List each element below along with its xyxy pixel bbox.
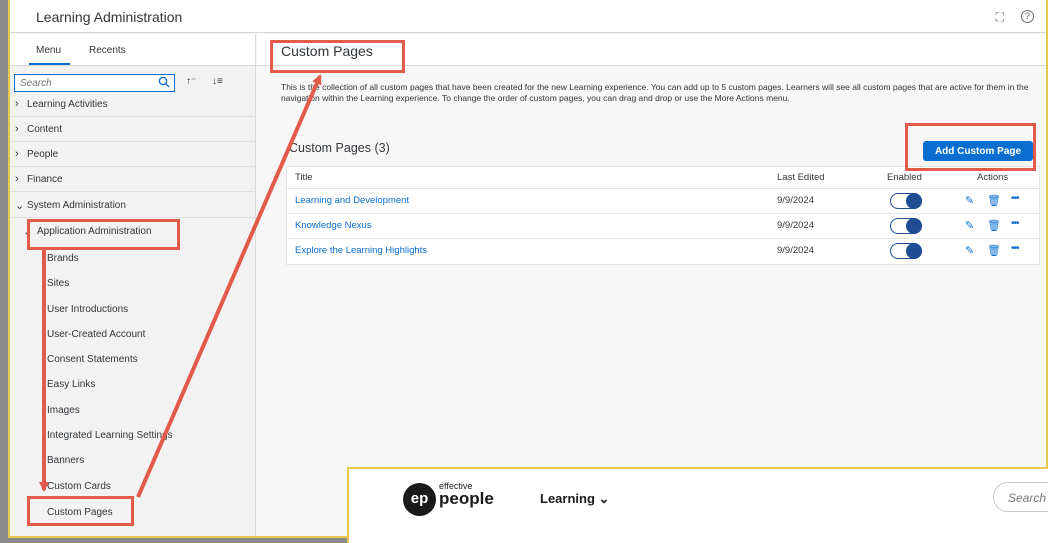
sidebar-subitem-consent-statements[interactable]: Consent Statements <box>10 347 256 372</box>
sidebar-subitem-label: Consent Statements <box>47 354 138 365</box>
sidebar-item-label: System Administration <box>27 200 126 211</box>
sidebar-subitem-label: Sites <box>47 278 70 289</box>
page-title-link[interactable]: Knowledge Nexus <box>295 220 372 231</box>
sidebar-subitem-sites[interactable]: Sites <box>10 271 256 296</box>
sidebar-item-content[interactable]: › Content <box>10 118 256 142</box>
sidebar-item-label: Finance <box>27 174 63 185</box>
toggle-knob <box>906 218 922 234</box>
enabled-toggle[interactable] <box>890 218 922 234</box>
table-row: Explore the Learning Highlights 9/9/2024… <box>287 239 1039 264</box>
enabled-toggle[interactable] <box>890 243 922 259</box>
page-title-link[interactable]: Explore the Learning Highlights <box>295 245 427 256</box>
sidebar-item-label: People <box>27 149 59 160</box>
help-icon[interactable]: ? <box>1021 10 1034 23</box>
pencil-icon[interactable]: ✎ <box>965 219 974 232</box>
active-tab-indicator <box>29 63 70 65</box>
last-edited-date: 9/9/2024 <box>777 220 814 231</box>
learning-admin-window: Learning Administration ⛶ ? Menu Recents… <box>8 0 1048 538</box>
sidebar-subitem-label: User-Created Account <box>47 329 146 340</box>
highlight-application-administration <box>27 219 180 250</box>
app-title: Learning Administration <box>36 9 183 25</box>
sidebar-subitem-integrated-learning-settings[interactable]: Integrated Learning Settings <box>10 423 256 448</box>
search-icon[interactable] <box>158 76 170 88</box>
sidebar-subitem-banners[interactable]: Banners <box>10 448 256 473</box>
table-row: Learning and Development 9/9/2024 ✎ 🗑 ••… <box>287 189 1039 214</box>
sort-ascending-icon[interactable]: ↑⁻ <box>186 76 196 87</box>
chevron-right-icon: › <box>15 173 19 185</box>
sidebar-subitem-label: Banners <box>47 455 85 466</box>
sidebar-subitem-label: User Introductions <box>47 304 129 315</box>
custom-pages-table: Title Last Edited Enabled Actions Learni… <box>286 166 1040 265</box>
shell-header: Learning Administration ⛶ ? <box>10 0 1046 33</box>
toggle-knob <box>906 243 922 259</box>
sidebar-subitem-label: Brands <box>47 253 79 264</box>
sidebar-subitem-user-created-account[interactable]: User-Created Account <box>10 322 256 347</box>
sidebar-subitem-images[interactable]: Images <box>10 398 256 423</box>
sidebar-subitem-label: Easy Links <box>47 379 96 390</box>
column-header-actions: Actions <box>977 172 1009 183</box>
ellipsis-icon[interactable]: ••• <box>1011 193 1019 204</box>
preview-search[interactable] <box>993 482 1048 512</box>
tab-menu[interactable]: Menu <box>36 45 61 56</box>
chevron-right-icon: › <box>15 148 19 160</box>
chevron-down-icon: ⌄ <box>15 200 25 212</box>
page-description: This is the collection of all custom pag… <box>281 82 1029 103</box>
highlight-add-button <box>905 123 1036 171</box>
ellipsis-icon[interactable]: ••• <box>1011 218 1019 229</box>
last-edited-date: 9/9/2024 <box>777 245 814 256</box>
sidebar-tabs: Menu Recents <box>10 34 255 66</box>
pencil-icon[interactable]: ✎ <box>965 194 974 207</box>
preview-search-input[interactable] <box>1006 490 1048 506</box>
enabled-toggle[interactable] <box>890 193 922 209</box>
column-header-last-edited[interactable]: Last Edited <box>777 172 825 183</box>
highlight-page-title <box>270 40 405 73</box>
sidebar-item-learning-activities[interactable]: › Learning Activities <box>10 93 256 117</box>
chevron-right-icon: › <box>15 98 19 110</box>
sidebar-subitem-easy-links[interactable]: Easy Links <box>10 372 256 397</box>
sort-descending-icon[interactable]: ↓≡ <box>212 76 223 87</box>
ellipsis-icon[interactable]: ••• <box>1011 243 1019 254</box>
expand-icon[interactable]: ⛶ <box>996 10 1004 25</box>
search-row: ↑⁻ ↓≡ <box>10 74 256 94</box>
ep-logo: ep <box>403 483 436 516</box>
main-content: Custom Pages This is the collection of a… <box>257 34 1046 536</box>
page-title-link[interactable]: Learning and Development <box>295 195 409 206</box>
sidebar-subitem-user-introductions[interactable]: User Introductions <box>10 297 256 322</box>
sidebar-subitem-label: Custom Cards <box>47 481 111 492</box>
table-row: Knowledge Nexus 9/9/2024 ✎ 🗑 ••• <box>287 214 1039 239</box>
brand-big: people <box>439 489 494 508</box>
sidebar-item-system-administration[interactable]: ⌄ System Administration <box>10 194 256 218</box>
section-title: Custom Pages (3) <box>289 141 390 155</box>
trash-icon[interactable]: 🗑 <box>987 194 1001 207</box>
tab-recents[interactable]: Recents <box>89 45 126 56</box>
sidebar: Menu Recents ↑⁻ ↓≡ › Learning Activities… <box>10 34 256 536</box>
chevron-right-icon: › <box>15 123 19 135</box>
toggle-knob <box>906 193 922 209</box>
effective-people-preview: ep effective people Learning ⌄ <box>347 467 1048 543</box>
sidebar-item-label: Learning Activities <box>27 99 108 110</box>
learning-menu[interactable]: Learning ⌄ <box>540 491 609 507</box>
learning-menu-label: Learning <box>540 491 595 506</box>
column-header-enabled[interactable]: Enabled <box>887 172 922 183</box>
sidebar-subitem-label: Integrated Learning Settings <box>47 430 173 441</box>
trash-icon[interactable]: 🗑 <box>987 244 1001 257</box>
search-input[interactable] <box>15 75 145 91</box>
pencil-icon[interactable]: ✎ <box>965 244 974 257</box>
sidebar-item-label: Content <box>27 124 63 135</box>
last-edited-date: 9/9/2024 <box>777 195 814 206</box>
column-header-title[interactable]: Title <box>295 172 313 183</box>
chevron-down-icon: ⌄ <box>598 491 610 506</box>
highlight-custom-pages-item <box>27 496 134 526</box>
sidebar-item-people[interactable]: › People <box>10 143 256 167</box>
trash-icon[interactable]: 🗑 <box>987 219 1001 232</box>
search-box <box>14 74 175 92</box>
sidebar-item-finance[interactable]: › Finance <box>10 168 256 192</box>
sidebar-subitem-label: Images <box>47 405 80 416</box>
